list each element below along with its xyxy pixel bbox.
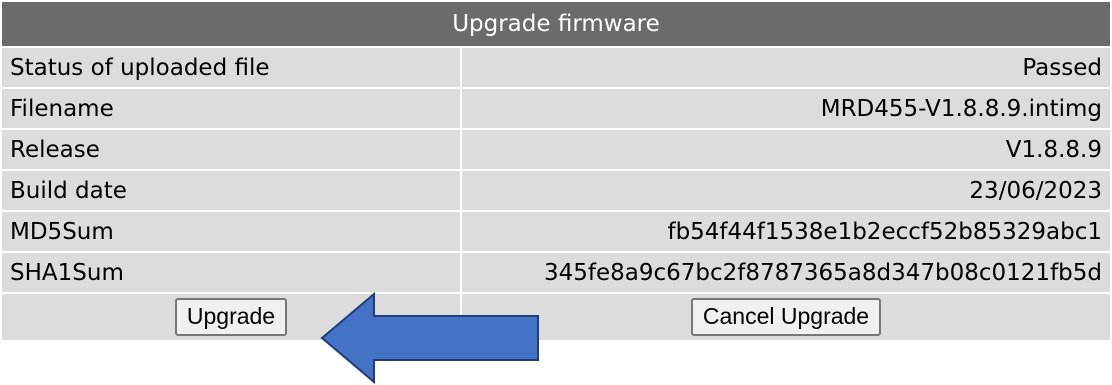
button-row: Upgrade Cancel Upgrade [2, 294, 1110, 340]
build-date-value: 23/06/2023 [462, 171, 1110, 210]
table-row: Status of uploaded file Passed [2, 48, 1110, 87]
cancel-button-cell: Cancel Upgrade [462, 294, 1110, 340]
panel-title: Upgrade firmware [2, 2, 1110, 46]
table-row: Filename MRD455-V1.8.8.9.intimg [2, 89, 1110, 128]
build-date-label: Build date [2, 171, 460, 210]
status-label: Status of uploaded file [2, 48, 460, 87]
release-label: Release [2, 130, 460, 169]
table-row: MD5Sum fb54f44f1538e1b2eccf52b85329abc1 [2, 212, 1110, 251]
header-row: Upgrade firmware [2, 2, 1110, 46]
cancel-upgrade-button[interactable]: Cancel Upgrade [690, 298, 882, 336]
table-row: Build date 23/06/2023 [2, 171, 1110, 210]
sha1sum-value: 345fe8a9c67bc2f8787365a8d347b08c0121fb5d [462, 253, 1110, 292]
sha1sum-label: SHA1Sum [2, 253, 460, 292]
table-row: Release V1.8.8.9 [2, 130, 1110, 169]
md5sum-label: MD5Sum [2, 212, 460, 251]
table-row: SHA1Sum 345fe8a9c67bc2f8787365a8d347b08c… [2, 253, 1110, 292]
filename-label: Filename [2, 89, 460, 128]
release-value: V1.8.8.9 [462, 130, 1110, 169]
upgrade-firmware-table: Upgrade firmware Status of uploaded file… [0, 0, 1112, 342]
upgrade-button[interactable]: Upgrade [174, 298, 288, 336]
left-arrow-shape [320, 291, 539, 385]
filename-value: MRD455-V1.8.8.9.intimg [462, 89, 1110, 128]
left-arrow-icon [320, 291, 539, 385]
md5sum-value: fb54f44f1538e1b2eccf52b85329abc1 [462, 212, 1110, 251]
status-value: Passed [462, 48, 1110, 87]
